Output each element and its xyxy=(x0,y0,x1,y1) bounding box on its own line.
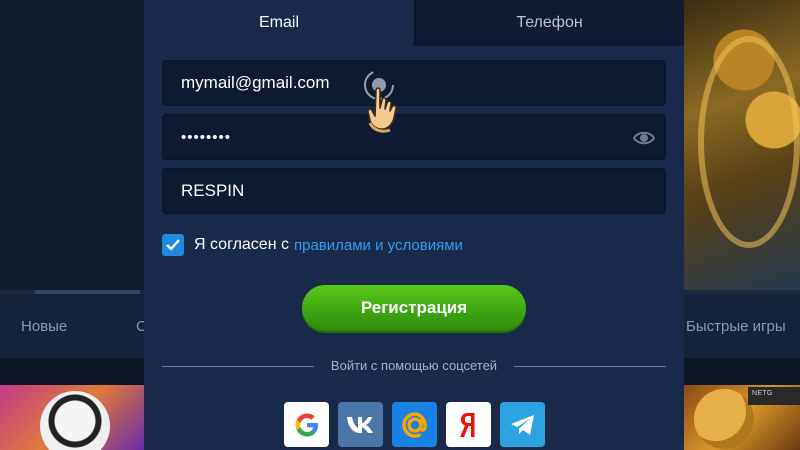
eye-icon[interactable] xyxy=(632,128,656,148)
background-slot-art xyxy=(684,0,800,292)
terms-agreement: Я согласен с правилами и условиями xyxy=(162,233,463,257)
telegram-icon xyxy=(510,414,534,435)
terms-label: Я согласен с xyxy=(194,236,289,253)
divider-line-right xyxy=(514,366,666,367)
tab-phone[interactable]: Телефон xyxy=(414,0,684,46)
vk-icon xyxy=(346,416,373,433)
checkmark-icon xyxy=(166,239,180,251)
register-button[interactable]: Регистрация xyxy=(302,285,526,331)
mail-ru-icon xyxy=(401,411,427,438)
promo-code-field-wrapper xyxy=(162,168,666,214)
tab-email[interactable]: Email xyxy=(144,0,414,46)
terms-link[interactable]: правилами и условиями xyxy=(294,237,463,254)
terms-checkbox[interactable] xyxy=(162,234,184,256)
registration-modal: Email Телефон Я согласен с правилами и у… xyxy=(144,0,684,450)
yandex-login-button[interactable] xyxy=(446,402,491,447)
nav-item-new[interactable]: Новые xyxy=(21,318,67,335)
nav-item-fast-games[interactable]: Быстрые игры xyxy=(686,318,786,335)
pointer-hand-icon xyxy=(366,86,418,136)
vk-login-button[interactable] xyxy=(338,402,383,447)
mail-ru-login-button[interactable] xyxy=(392,402,437,447)
social-divider-label: Войти с помощью соцсетей xyxy=(330,358,498,373)
auth-tabs: Email Телефон xyxy=(144,0,684,46)
game-tile-panda[interactable] xyxy=(0,385,144,450)
provider-badge: NETG xyxy=(748,387,800,405)
social-divider: Войти с помощью соцсетей xyxy=(162,358,666,374)
divider-line-left xyxy=(162,366,314,367)
telegram-login-button[interactable] xyxy=(500,402,545,447)
yandex-icon xyxy=(459,412,474,437)
google-icon xyxy=(295,413,318,436)
promo-code-field[interactable] xyxy=(163,169,665,213)
google-login-button[interactable] xyxy=(284,402,329,447)
